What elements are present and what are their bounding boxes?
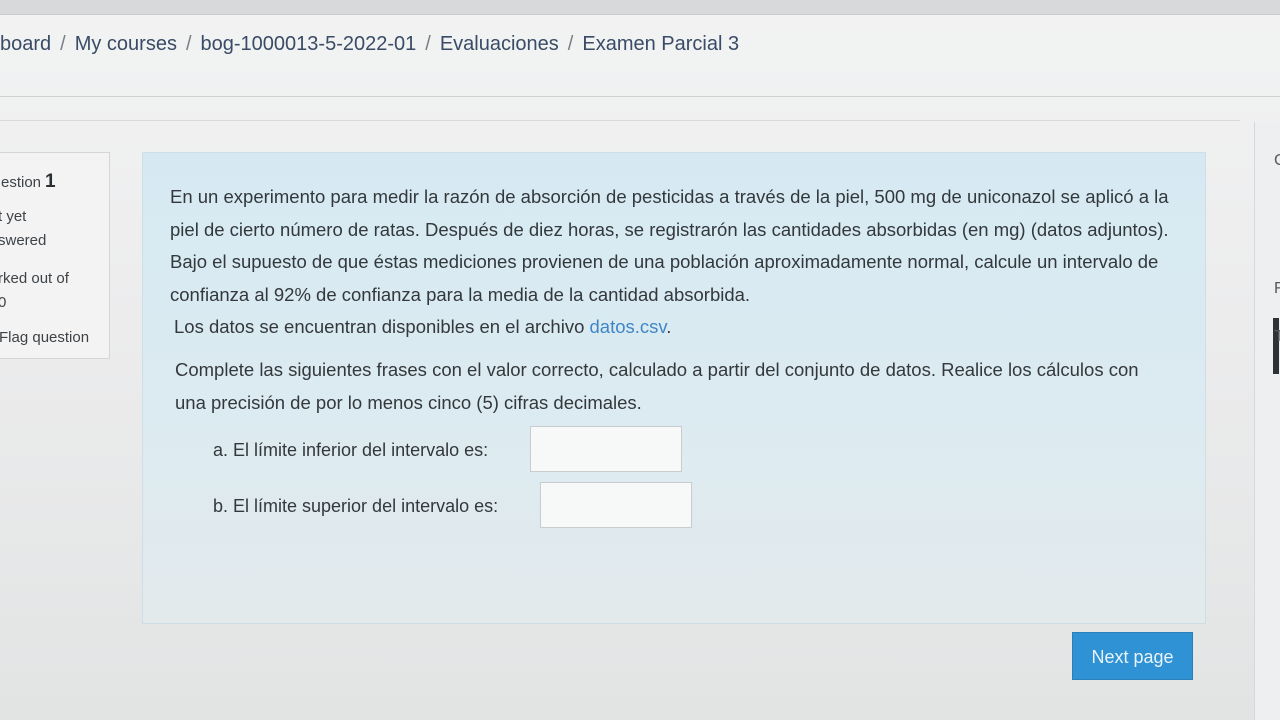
upper-limit-input[interactable] xyxy=(540,482,692,528)
right-side-panel: C F T xyxy=(1254,122,1280,720)
breadcrumb: board / My courses / bog-1000013-5-2022-01 / E… xyxy=(0,33,739,56)
instructions-text: Complete las siguientes frases con el va… xyxy=(175,359,1139,413)
right-panel-char: F xyxy=(1274,280,1280,297)
breadcrumb-separator: / xyxy=(185,33,192,55)
breadcrumb-exam[interactable]: Examen Parcial 3 xyxy=(582,33,739,55)
marks-line: rked out of xyxy=(0,270,69,287)
data-file-prefix: Los datos se encuentran disponibles en e… xyxy=(174,316,585,337)
question-number-line: estion 1 xyxy=(1,171,56,193)
question-marks: rked out of 0 xyxy=(0,267,69,315)
right-panel-char: T xyxy=(1274,328,1280,345)
breadcrumb-separator: / xyxy=(425,33,431,55)
quiz-page: board / My courses / bog-1000013-5-2022-01 / E… xyxy=(0,0,1280,720)
question-text: En un experimento para medir la razón de… xyxy=(170,186,1169,305)
data-file-line: Los datos se encuentran disponibles en e… xyxy=(174,316,671,338)
breadcrumb-my-courses[interactable]: My courses xyxy=(75,33,177,55)
question-number: 1 xyxy=(45,171,56,192)
lower-limit-input[interactable] xyxy=(530,426,682,472)
breadcrumb-separator: / xyxy=(60,33,66,55)
data-file-link[interactable]: datos.csv xyxy=(590,316,667,337)
question-info-box: estion 1 t yet swered rked out of 0 Flag … xyxy=(0,152,110,359)
state-line: t yet xyxy=(0,208,27,225)
question-state: t yet swered xyxy=(0,205,46,253)
question-content: En un experimento para medir la razón de… xyxy=(142,152,1206,624)
breadcrumb-course[interactable]: bog-1000013-5-2022-01 xyxy=(201,33,417,55)
flag-question-link[interactable]: Flag question xyxy=(0,329,89,346)
browser-top-strip xyxy=(0,0,1280,15)
state-line: swered xyxy=(0,232,47,249)
breadcrumb-dashboard[interactable]: board xyxy=(0,33,51,55)
question-label: estion xyxy=(1,174,42,191)
data-file-suffix: . xyxy=(666,316,672,337)
divider xyxy=(0,96,1280,97)
breadcrumb-separator: / xyxy=(567,33,574,55)
answer-b-label: b. El límite superior del intervalo es: xyxy=(213,496,499,516)
answer-a-label: a. El límite inferior del intervalo es: xyxy=(213,440,489,460)
breadcrumb-evaluaciones[interactable]: Evaluaciones xyxy=(440,33,559,55)
divider xyxy=(0,120,1240,121)
next-page-button[interactable]: Next page xyxy=(1072,632,1193,680)
marks-line: 0 xyxy=(0,294,7,311)
right-panel-tab[interactable] xyxy=(1273,318,1279,374)
right-panel-char: C xyxy=(1274,152,1280,169)
